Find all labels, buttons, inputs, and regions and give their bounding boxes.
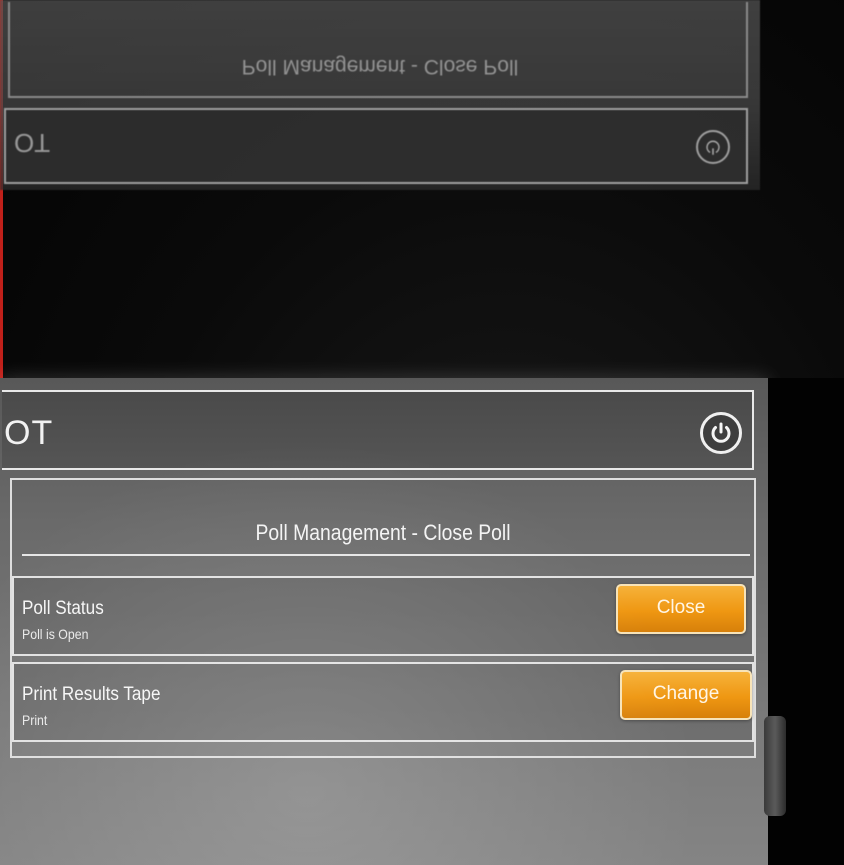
close-button[interactable]: Close (616, 584, 746, 634)
screen-reflection: Poll Management - Close Poll OT ⏻ (0, 0, 760, 190)
poll-status-label: Poll Status (22, 598, 104, 619)
poll-management-panel: Poll Management - Close Poll Poll Status… (10, 478, 756, 758)
print-results-tape-row: Print Results Tape Print Change (12, 662, 754, 742)
power-button[interactable] (700, 412, 742, 454)
reflection-header-text: OT (14, 128, 51, 158)
app-header: OT (2, 390, 754, 470)
reflection-header: OT ⏻ (4, 108, 748, 184)
poll-status-value: Poll is Open (22, 626, 89, 642)
print-results-tape-value: Print (22, 712, 48, 728)
change-button[interactable]: Change (620, 670, 752, 720)
photo-scene: Poll Management - Close Poll OT ⏻ OT Pol… (0, 0, 844, 865)
power-icon: ⏻ (696, 130, 730, 164)
reflection-panel: Poll Management - Close Poll (8, 2, 748, 98)
bezel-clip (764, 716, 786, 816)
power-icon (711, 422, 731, 443)
app-title: OT (4, 414, 54, 452)
panel-title: Poll Management - Close Poll (255, 520, 511, 545)
device-screen: OT Poll Management - Close Poll Poll Sta… (0, 378, 768, 865)
reflection-title: Poll Management - Close Poll (241, 55, 519, 78)
poll-status-row: Poll Status Poll is Open Close (12, 576, 754, 656)
print-results-tape-label: Print Results Tape (22, 684, 161, 705)
panel-divider (22, 554, 750, 556)
